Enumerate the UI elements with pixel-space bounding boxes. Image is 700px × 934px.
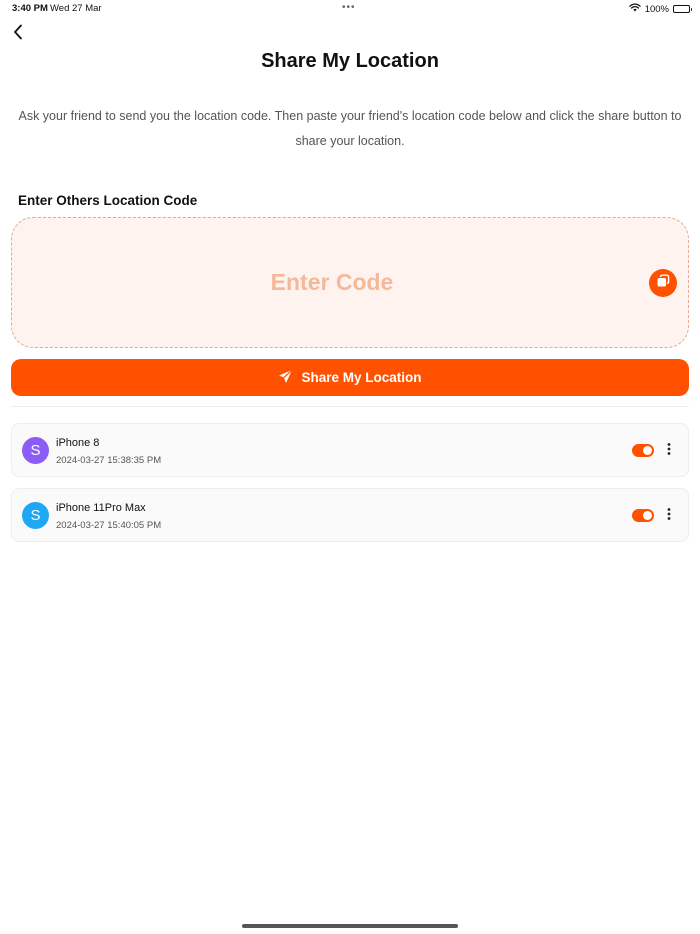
wifi-icon xyxy=(628,3,641,15)
share-button-label: Share My Location xyxy=(301,370,422,385)
toggle-knob xyxy=(643,446,652,455)
toggle-knob xyxy=(643,511,652,520)
paste-code-button[interactable] xyxy=(649,269,677,297)
more-options-button[interactable] xyxy=(660,506,678,526)
code-section-label: Enter Others Location Code xyxy=(18,193,198,208)
chevron-left-icon xyxy=(13,24,23,45)
divider xyxy=(11,406,689,407)
device-timestamp: 2024-03-27 15:40:05 PM xyxy=(56,520,162,531)
share-toggle[interactable] xyxy=(632,444,654,457)
instructions-text: Ask your friend to send you the location… xyxy=(18,109,682,148)
location-code-box[interactable] xyxy=(11,217,689,348)
device-avatar: S xyxy=(22,502,49,529)
copy-icon xyxy=(656,274,670,293)
share-my-location-button[interactable]: Share My Location xyxy=(11,359,689,396)
device-name: iPhone 8 xyxy=(56,437,100,449)
status-bar: 3:40 PM Wed 27 Mar ••• 100% xyxy=(0,0,700,18)
battery-icon xyxy=(673,5,692,13)
share-toggle[interactable] xyxy=(632,509,654,522)
device-row-iphone-8[interactable]: S iPhone 8 2024-03-27 15:38:35 PM xyxy=(11,423,689,477)
page-title: Share My Location xyxy=(261,50,439,72)
more-vertical-icon xyxy=(667,442,671,460)
home-indicator[interactable] xyxy=(242,924,458,928)
status-date: Wed 27 Mar xyxy=(50,3,102,14)
more-options-button[interactable] xyxy=(660,441,678,461)
back-button[interactable] xyxy=(8,24,28,44)
device-row-iphone-11pro-max[interactable]: S iPhone 11Pro Max 2024-03-27 15:40:05 P… xyxy=(11,488,689,542)
status-right: 100% xyxy=(628,3,692,15)
status-time: 3:40 PM xyxy=(12,3,48,14)
battery-percent: 100% xyxy=(644,3,669,15)
more-vertical-icon xyxy=(667,507,671,525)
location-code-input[interactable] xyxy=(12,218,688,347)
multitasking-dots[interactable]: ••• xyxy=(342,2,356,13)
device-avatar: S xyxy=(22,437,49,464)
send-icon xyxy=(278,369,293,387)
device-timestamp: 2024-03-27 15:38:35 PM xyxy=(56,455,162,466)
device-name: iPhone 11Pro Max xyxy=(56,502,146,514)
